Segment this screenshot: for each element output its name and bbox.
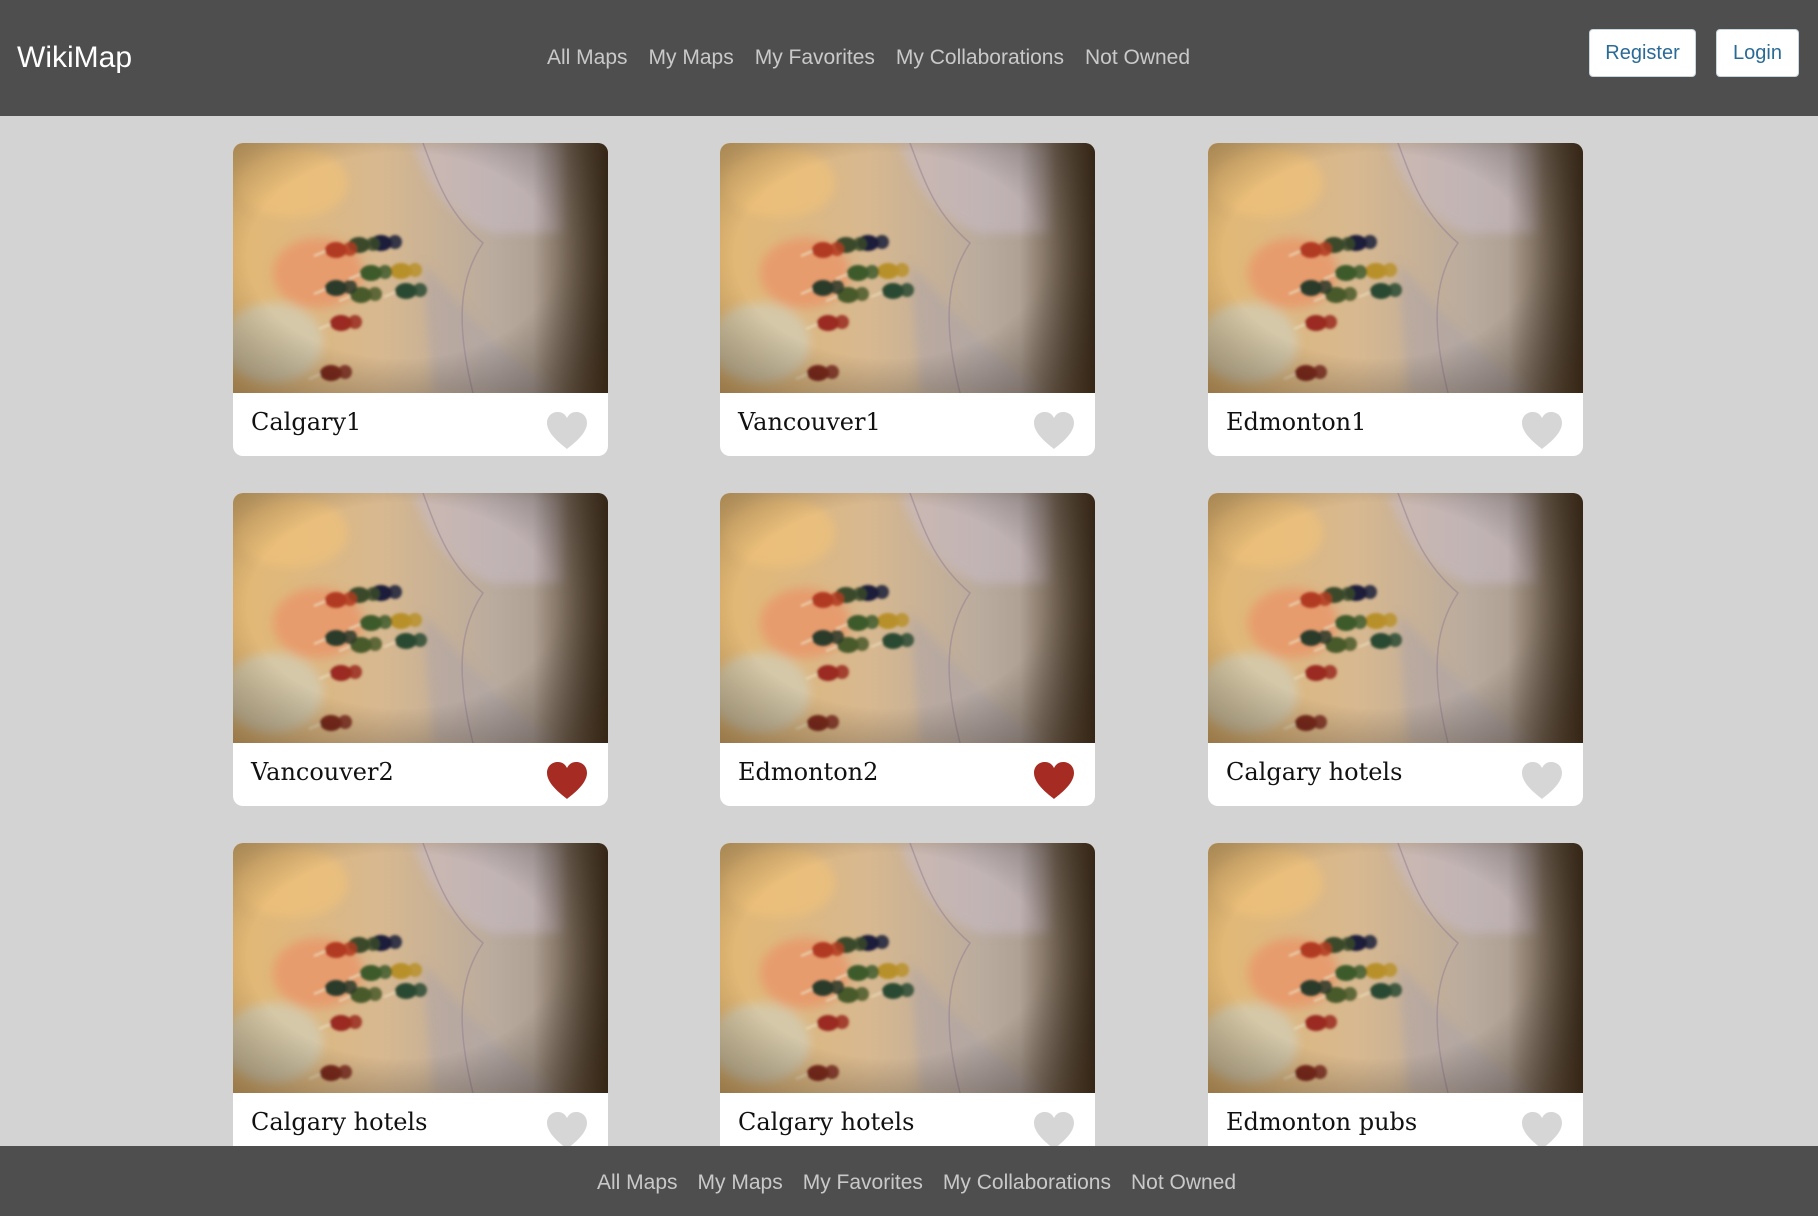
map-card-title[interactable]: Vancouver1	[738, 405, 881, 439]
map-card[interactable]: Edmonton1	[1208, 143, 1583, 456]
map-thumbnail[interactable]	[1208, 493, 1583, 743]
map-card-title[interactable]: Edmonton1	[1226, 405, 1366, 439]
footer: All Maps My Maps My Favorites My Collabo…	[0, 1146, 1818, 1216]
footer-link-all-maps[interactable]: All Maps	[597, 1170, 678, 1196]
map-thumbnail[interactable]	[720, 143, 1095, 393]
heart-icon[interactable]	[1032, 1111, 1076, 1151]
map-card-title[interactable]: Calgary1	[251, 405, 361, 439]
map-thumbnail[interactable]	[233, 843, 608, 1093]
heart-icon[interactable]	[545, 1111, 589, 1151]
map-thumbnail[interactable]	[720, 493, 1095, 743]
map-card-title[interactable]: Edmonton2	[738, 755, 878, 789]
map-card-title[interactable]: Calgary hotels	[738, 1105, 914, 1139]
map-thumbnail[interactable]	[1208, 143, 1583, 393]
map-card[interactable]: Edmonton pubs	[1208, 843, 1583, 1156]
heart-icon[interactable]	[1520, 411, 1564, 451]
map-thumbnail[interactable]	[233, 143, 608, 393]
map-card-title[interactable]: Vancouver2	[251, 755, 394, 789]
footer-link-my-maps[interactable]: My Maps	[698, 1170, 783, 1196]
footer-link-my-collaborations[interactable]: My Collaborations	[943, 1170, 1111, 1196]
map-card[interactable]: Edmonton2	[720, 493, 1095, 806]
map-thumbnail[interactable]	[720, 843, 1095, 1093]
heart-icon[interactable]	[545, 761, 589, 801]
footer-link-my-favorites[interactable]: My Favorites	[803, 1170, 923, 1196]
heart-icon[interactable]	[1032, 761, 1076, 801]
map-thumbnail[interactable]	[233, 493, 608, 743]
heart-icon[interactable]	[1520, 1111, 1564, 1151]
map-card[interactable]: Calgary1	[233, 143, 608, 456]
map-card-title[interactable]: Calgary hotels	[251, 1105, 427, 1139]
map-card[interactable]: Calgary hotels	[1208, 493, 1583, 806]
heart-icon[interactable]	[1032, 411, 1076, 451]
map-card[interactable]: Calgary hotels	[720, 843, 1095, 1156]
map-card-grid: Calgary1 Vancouver1 Edmonton1 Vancouver2 Edm…	[0, 0, 1818, 1216]
map-card-title[interactable]: Calgary hotels	[1226, 755, 1402, 789]
heart-icon[interactable]	[1520, 761, 1564, 801]
heart-icon[interactable]	[545, 411, 589, 451]
map-thumbnail[interactable]	[1208, 843, 1583, 1093]
footer-nav-links: All Maps My Maps My Favorites My Collabo…	[597, 1170, 1236, 1196]
map-card[interactable]: Vancouver1	[720, 143, 1095, 456]
map-card[interactable]: Vancouver2	[233, 493, 608, 806]
footer-link-not-owned[interactable]: Not Owned	[1131, 1170, 1236, 1196]
map-card[interactable]: Calgary hotels	[233, 843, 608, 1156]
map-card-title[interactable]: Edmonton pubs	[1226, 1105, 1417, 1139]
